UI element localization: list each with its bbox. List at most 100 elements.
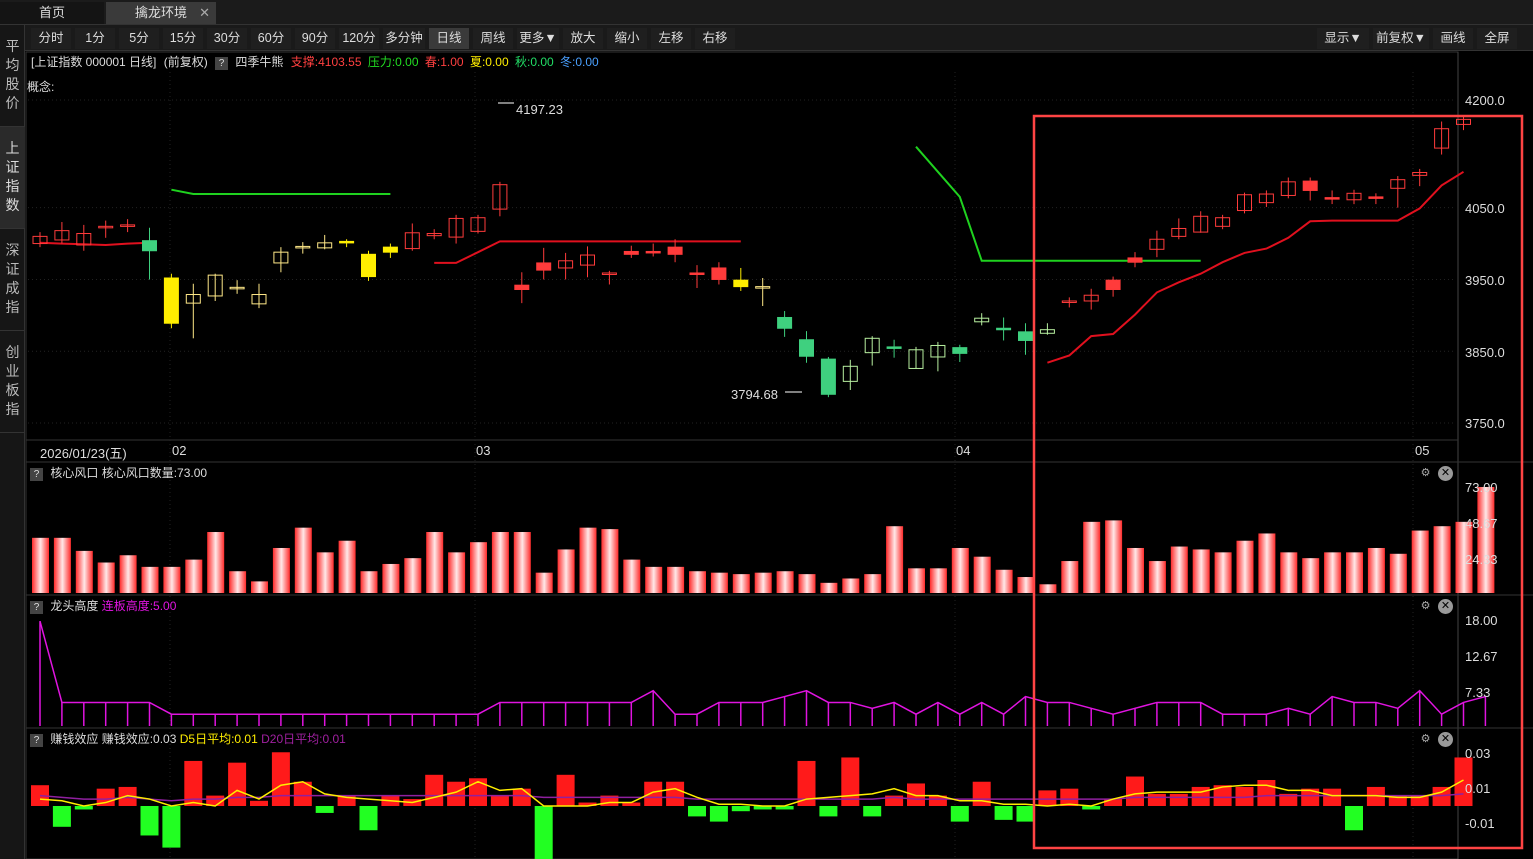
core-bar xyxy=(272,547,290,593)
money-bar xyxy=(1169,793,1188,806)
core-bar xyxy=(1214,552,1232,593)
candle-body xyxy=(361,253,376,278)
money-bar xyxy=(556,774,575,806)
money-bar xyxy=(644,781,663,806)
core-bar xyxy=(360,571,378,593)
core-bar xyxy=(141,566,159,593)
core-bar xyxy=(1433,526,1451,593)
close-icon[interactable]: ✕ xyxy=(1438,599,1453,614)
dragon-title: 龙头高度 xyxy=(50,599,99,613)
month-label: 04 xyxy=(956,443,971,458)
help-icon[interactable]: ? xyxy=(30,601,43,614)
low-marker-label: 3794.68 xyxy=(731,387,778,402)
money-axis-tick: 0.01 xyxy=(1465,781,1491,796)
candle-body xyxy=(952,347,968,354)
candle-body xyxy=(777,316,793,329)
price-tick: 3750.0 xyxy=(1465,416,1505,431)
core-bar xyxy=(995,569,1013,593)
candle-body xyxy=(1302,180,1318,191)
core-bar xyxy=(886,526,904,593)
core-bar xyxy=(689,571,706,593)
gear-icon[interactable]: ⚙ xyxy=(1418,466,1433,481)
core-bar xyxy=(426,532,444,593)
core-bar xyxy=(1192,549,1210,593)
price-tick: 3850.0 xyxy=(1465,345,1505,360)
core-axis-tick: 73.00 xyxy=(1465,480,1498,495)
gear-icon[interactable]: ⚙ xyxy=(1418,599,1433,614)
core-bar xyxy=(1280,552,1298,593)
candle-body xyxy=(623,250,639,255)
money-bar xyxy=(688,806,706,817)
month-label: 02 xyxy=(172,443,187,458)
core-bar xyxy=(864,574,882,593)
dragon-line xyxy=(39,620,1486,716)
core-bar xyxy=(1105,520,1123,593)
high-marker-label: 4197.23 xyxy=(516,102,563,117)
core-bar xyxy=(1039,584,1057,593)
money-panel-header: ? 赚钱效应 赚钱效应:0.03 D5日平均:0.01 D20日平均:0.01 xyxy=(30,731,346,747)
help-icon[interactable]: ? xyxy=(30,734,43,747)
money-bar xyxy=(731,806,750,812)
price-tick: 3950.0 xyxy=(1465,273,1505,288)
core-axis-tick: 48.67 xyxy=(1465,516,1498,531)
candle-body xyxy=(1127,257,1143,263)
core-bar xyxy=(1017,577,1035,593)
core-bar xyxy=(185,559,203,593)
candle-body xyxy=(689,272,705,275)
money-bar xyxy=(315,806,334,813)
candle-body xyxy=(1324,197,1340,200)
core-bar xyxy=(908,568,925,593)
core-bar xyxy=(163,566,181,593)
close-icon[interactable]: ✕ xyxy=(1438,732,1453,747)
core-bar xyxy=(754,572,772,593)
month-label: 03 xyxy=(476,443,491,458)
core-bar xyxy=(973,556,991,593)
money-bar xyxy=(666,781,685,806)
money-axis-tick: 0.03 xyxy=(1465,746,1491,761)
core-bar xyxy=(557,549,575,593)
dragon-panel-header: ? 龙头高度 连板高度:5.00 xyxy=(30,598,176,614)
d5-value: D5日平均:0.01 xyxy=(179,732,258,746)
core-bar xyxy=(97,562,115,593)
money-bar xyxy=(950,806,969,822)
money-bar xyxy=(907,783,925,806)
money-bar xyxy=(162,806,181,848)
candle-body xyxy=(667,246,683,255)
money-bar xyxy=(1345,806,1363,831)
money-bar xyxy=(863,806,882,817)
money-title: 赚钱效应 xyxy=(50,732,99,746)
core-bar xyxy=(1083,521,1101,593)
core-bar xyxy=(382,563,400,593)
candle-body xyxy=(996,327,1012,331)
core-bar xyxy=(601,529,619,593)
core-bar xyxy=(294,527,312,593)
gear-icon[interactable]: ⚙ xyxy=(1418,732,1433,747)
core-bar xyxy=(623,559,641,593)
dragon-axis-tick: 12.67 xyxy=(1465,649,1498,664)
d20-value: D20日平均:0.01 xyxy=(261,732,346,746)
core-bar xyxy=(732,574,750,593)
core-panel-header: ? 核心风口 核心风口数量:73.00 xyxy=(30,465,207,481)
close-icon[interactable]: ✕ xyxy=(1438,466,1453,481)
core-bar xyxy=(448,552,466,593)
dragon-value: 连板高度:5.00 xyxy=(101,599,177,613)
money-bar xyxy=(819,806,838,817)
dragon-axis-tick: 7.33 xyxy=(1465,685,1491,700)
money-bar xyxy=(1060,788,1079,806)
pressure-line xyxy=(915,146,1201,262)
money-value: 赚钱效应:0.03 xyxy=(101,732,177,746)
core-bar xyxy=(1367,547,1385,593)
help-icon[interactable]: ? xyxy=(30,468,43,481)
money-bar xyxy=(1147,793,1166,806)
money-bar xyxy=(1104,799,1123,806)
core-bar xyxy=(32,537,49,593)
pressure-line xyxy=(171,188,391,195)
money-bar xyxy=(1016,806,1035,822)
core-bar xyxy=(119,555,137,593)
money-bar xyxy=(1432,786,1451,806)
money-bar xyxy=(1191,786,1210,806)
candle-body xyxy=(820,358,836,395)
core-bar xyxy=(1346,552,1363,593)
core-bar xyxy=(251,581,268,593)
core-bar xyxy=(667,566,685,593)
